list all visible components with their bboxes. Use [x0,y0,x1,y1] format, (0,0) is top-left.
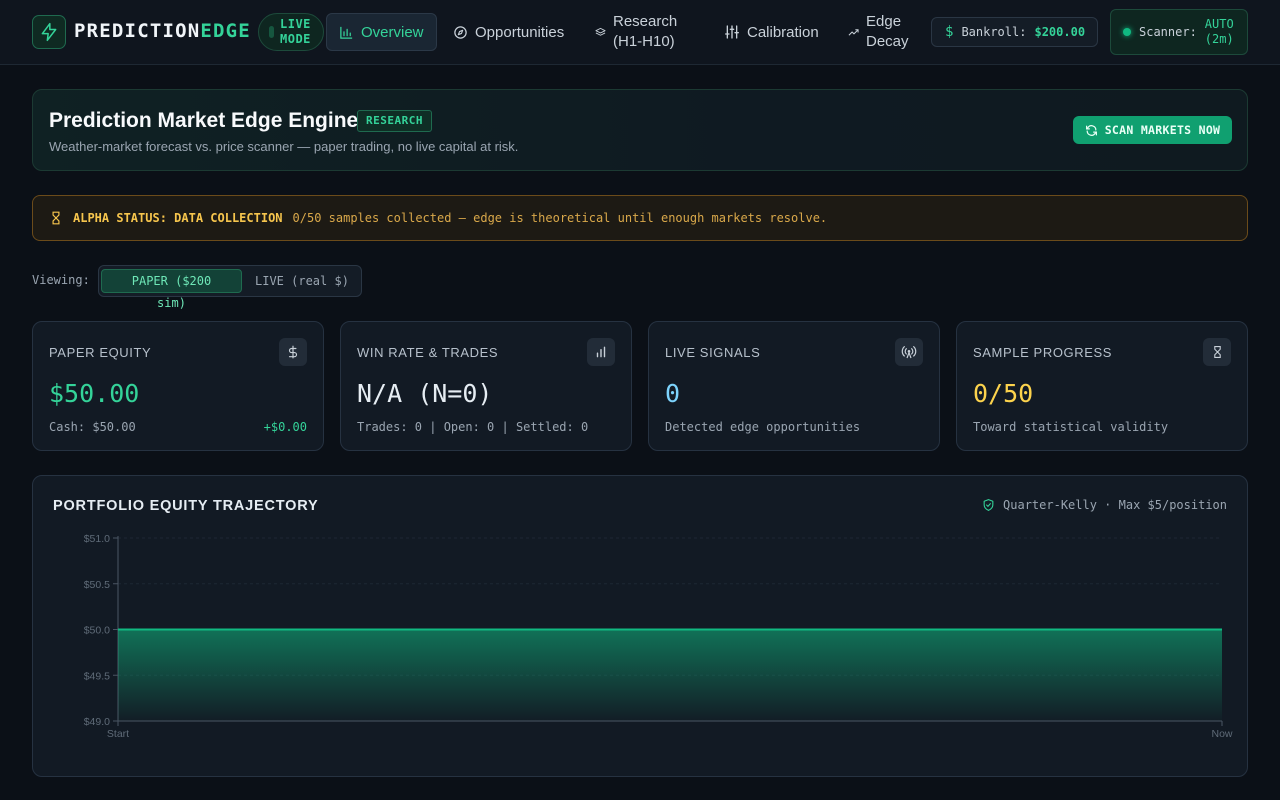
scanner-mode-line1: AUTO [1204,17,1234,31]
equity-delta: +$0.00 [263,420,307,434]
nav-opportunities-label: Opportunities [475,23,565,41]
card-title: PAPER EQUITY [49,345,152,360]
y-tick-label: $50.0 [84,625,110,637]
y-tick-label: $50.5 [84,579,110,591]
equity-chart-panel: PORTFOLIO EQUITY TRAJECTORY Quarter-Kell… [32,475,1248,777]
win-rate-card: WIN RATE & TRADES N/A (N=0) Trades: 0 | … [340,321,632,451]
card-subtext: Cash: $50.00 [49,420,136,434]
page-subtitle: Weather-market forecast vs. price scanne… [49,139,519,154]
nav-edge-decay-line1: Edge [866,13,902,30]
card-title: SAMPLE PROGRESS [973,345,1113,360]
hero-banner: Prediction Market Edge Engine RESEARCH W… [32,89,1248,171]
scanner-mode-line2: (2m) [1204,32,1234,46]
logo-mark[interactable] [32,15,66,49]
live-mode-toggle[interactable]: LIVE MODE [258,13,324,51]
alpha-status-banner: ALPHA STATUS: DATA COLLECTION 0/50 sampl… [32,195,1248,241]
card-subtext: Trades: 0 | Open: 0 | Settled: 0 [357,420,589,434]
view-mode-toggle: PAPER ($200 sim) LIVE (real $) [98,265,362,310]
y-tick-label: $49.0 [84,716,110,728]
scan-markets-button[interactable]: SCAN MARKETS NOW [1073,116,1232,144]
nav-research[interactable]: Research (H1-H10) [595,13,677,51]
card-subtext: Detected edge opportunities [665,420,861,434]
equity-area [118,629,1222,721]
trending-icon [848,28,859,36]
alpha-status-message: 0/50 samples collected — edge is theoret… [292,211,828,225]
card-value: N/A (N=0) [357,379,493,408]
nav-overview-label: Overview [361,23,424,41]
nav-overview[interactable]: Overview [326,13,437,51]
hourglass-icon [1203,338,1231,366]
card-value: 0/50 [973,379,1034,408]
paper-equity-card: PAPER EQUITY $50.00 Cash: $50.00 +$0.00 [32,321,324,451]
sample-progress-card: SAMPLE PROGRESS 0/50 Toward statistical … [956,321,1248,451]
alpha-status-label: ALPHA STATUS: DATA COLLECTION [73,211,283,225]
nav-research-label: Research (H1-H10) [613,12,677,52]
card-value: $50.00 [49,379,140,408]
nav-edge-decay-label: Edge Decay [866,12,909,52]
scanner-mode: AUTO (2m) [1205,17,1234,47]
refresh-icon [1085,124,1097,136]
card-value: 0 [665,379,681,408]
view-live-option[interactable]: LIVE (real $) [243,269,361,293]
brand-name-part2: EDGE [200,20,251,42]
nav-edge-decay-line2: Decay [866,33,909,50]
scanner-status-dot [1123,28,1131,36]
bankroll-label: Bankroll: [961,25,1027,39]
scanner-label: Scanner: [1139,25,1197,39]
scan-markets-label: SCAN MARKETS NOW [1104,123,1221,137]
y-tick-label: $51.0 [84,533,110,545]
viewing-label: Viewing: [32,273,90,287]
live-signals-card: LIVE SIGNALS 0 Detected edge opportuniti… [648,321,940,451]
dollar-icon: $ [945,24,954,40]
bankroll-value: $200.00 [1034,25,1086,39]
compass-icon [454,25,467,39]
x-tick-label: Start [107,728,129,740]
hourglass-icon [52,211,60,225]
live-mode-line2: MODE [280,32,311,46]
nav-research-line2: (H1-H10) [613,33,675,50]
bar-chart-icon [587,338,615,366]
layers-icon [595,27,606,36]
dollar-icon [279,338,307,366]
card-title: WIN RATE & TRADES [357,345,499,360]
nav-opportunities[interactable]: Opportunities [453,13,564,51]
nav-research-line1: Research [613,13,678,30]
nav-calibration[interactable]: Calibration [724,13,819,51]
sliders-icon [725,25,739,39]
antenna-icon [895,338,923,366]
scanner-status[interactable]: Scanner: AUTO (2m) [1110,9,1248,55]
bankroll-display[interactable]: $ Bankroll: $200.00 [931,17,1098,47]
nav-edge-decay[interactable]: Edge Decay [848,13,909,51]
equity-chart[interactable]: $51.0 $50.5 $50.0 $49.5 $49.0Start Now [33,476,1247,776]
card-title: LIVE SIGNALS [665,345,761,360]
live-mode-indicator [269,26,274,38]
brand-name[interactable]: PREDICTIONEDGE [74,20,251,42]
view-paper-option[interactable]: PAPER ($200 sim) [101,269,242,310]
x-tick-label: Now [1211,728,1232,740]
lightning-icon [41,22,57,42]
nav-calibration-label: Calibration [747,23,819,41]
page-title: Prediction Market Edge Engine [49,109,359,132]
bar-chart-icon [340,26,353,39]
brand-name-part1: PREDICTION [74,20,201,42]
card-subtext: Toward statistical validity [973,420,1169,434]
live-mode-line1: LIVE [280,17,311,31]
research-badge: RESEARCH [357,110,432,132]
y-tick-label: $49.5 [84,670,110,682]
live-mode-label: LIVE MODE [280,17,311,47]
top-navigation-bar: PREDICTIONEDGE LIVE MODE Overview Opport… [0,0,1280,65]
